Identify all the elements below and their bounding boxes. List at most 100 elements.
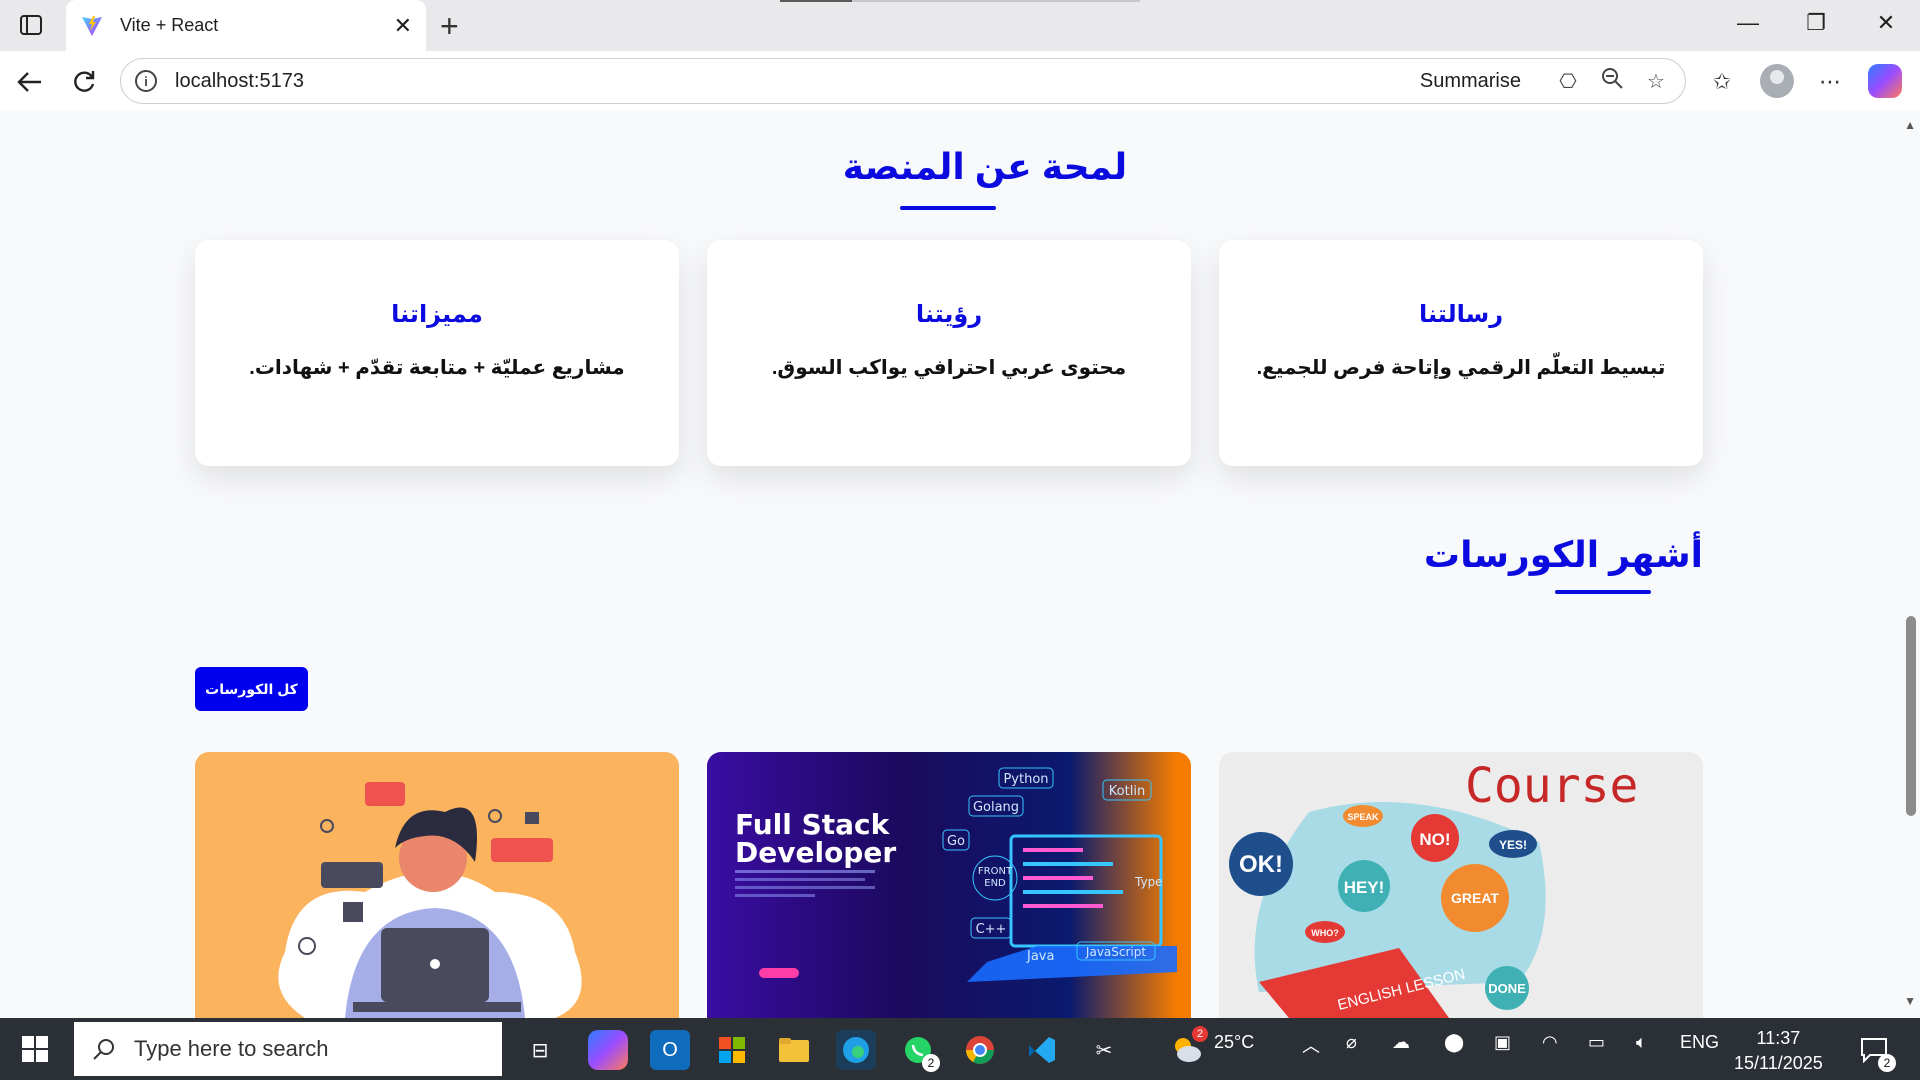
weather-icon[interactable]: 2	[1166, 1026, 1208, 1070]
favorite-star-icon[interactable]: ☆	[1641, 69, 1671, 94]
card-text: تبسيط التعلّم الرقمي وإتاحة فرص للجميع.	[1256, 357, 1666, 379]
back-button[interactable]	[10, 62, 50, 102]
tab-close-button[interactable]: ✕	[394, 13, 412, 39]
snipping-tool-icon[interactable]: ✂	[1084, 1030, 1124, 1070]
copilot-icon[interactable]	[1868, 64, 1902, 98]
address-bar[interactable]: i localhost:5173 Summarise ⎔ ☆	[120, 58, 1686, 104]
task-view-icon[interactable]: ⊟	[520, 1030, 560, 1070]
meet-icon[interactable]: ▣	[1494, 1032, 1511, 1053]
course-image-text: Course	[1465, 758, 1638, 814]
svg-text:FRONT: FRONT	[978, 866, 1013, 877]
card-mission: رسالتنا تبسيط التعلّم الرقمي وإتاحة فرص …	[1219, 240, 1703, 466]
taskbar-search[interactable]: Type here to search	[74, 1022, 502, 1076]
refresh-button[interactable]	[64, 62, 104, 102]
svg-text:DONE: DONE	[1488, 981, 1526, 996]
svg-text:END: END	[984, 878, 1006, 889]
store-icon[interactable]	[712, 1030, 752, 1070]
english-course-illustration: Course OK! NO! HEY! YES! GREAT DONE SPEA…	[1229, 758, 1638, 1018]
close-window-button[interactable]: ✕	[1866, 10, 1906, 36]
favorites-icon[interactable]: ✩	[1704, 64, 1740, 100]
restore-button[interactable]: ❐	[1796, 10, 1836, 36]
scrollbar-thumb[interactable]	[1906, 616, 1916, 816]
svg-text:YES!: YES!	[1499, 838, 1527, 852]
tab-actions-icon	[20, 15, 42, 35]
zoom-icon[interactable]	[1597, 67, 1627, 95]
search-icon	[93, 1039, 114, 1060]
copilot-summary-icon[interactable]: ⎔	[1553, 69, 1583, 94]
all-courses-button[interactable]: كل الكورسات	[195, 667, 308, 711]
about-title-underline	[900, 206, 996, 210]
windows-start-icon[interactable]	[22, 1036, 48, 1062]
edge-icon[interactable]	[836, 1030, 876, 1070]
course-card-fullstack[interactable]: Full Stack Developer Python Kotlin Golan…	[707, 752, 1191, 1018]
svg-text:C++: C++	[976, 922, 1007, 937]
svg-text:Type: Type	[1134, 875, 1163, 889]
wifi-icon[interactable]: ◠	[1542, 1032, 1558, 1053]
svg-text:Developer: Developer	[735, 836, 896, 869]
browser-tab[interactable]: Vite + React ✕	[66, 0, 426, 51]
whatsapp-icon[interactable]: 2	[898, 1030, 940, 1072]
svg-text:OK!: OK!	[1239, 851, 1283, 878]
site-info-icon[interactable]: i	[135, 70, 157, 92]
svg-text:JavaScript: JavaScript	[1085, 945, 1146, 959]
card-text: محتوى عربي احترافي يواكب السوق.	[771, 357, 1127, 379]
scroll-down-icon[interactable]: ▼	[1904, 994, 1916, 1008]
battery-icon[interactable]: ▭	[1588, 1032, 1605, 1053]
app-tray-icon[interactable]: ⬤	[1444, 1032, 1464, 1053]
svg-text:Golang: Golang	[973, 800, 1019, 815]
courses-section-title: أشهر الكورسات	[1423, 534, 1703, 575]
svg-text:HEY!: HEY!	[1344, 878, 1385, 897]
online-learning-illustration	[278, 782, 582, 1018]
network-off-icon[interactable]: ⌀	[1346, 1032, 1357, 1053]
copilot-app-icon[interactable]	[588, 1030, 628, 1070]
notifications-icon[interactable]: 2	[1854, 1030, 1896, 1072]
vscode-icon[interactable]	[1022, 1030, 1062, 1070]
arrow-left-icon	[17, 72, 41, 92]
outlook-icon[interactable]: O	[650, 1030, 690, 1070]
course-card-online-learning[interactable]	[195, 752, 679, 1018]
whatsapp-badge: 2	[922, 1054, 940, 1072]
more-menu-icon[interactable]: ⋯	[1812, 64, 1848, 100]
fullstack-course-illustration: Full Stack Developer Python Kotlin Golan…	[735, 767, 1177, 982]
svg-text:Python: Python	[1003, 772, 1048, 787]
svg-text:NO!: NO!	[1419, 830, 1450, 849]
chrome-icon[interactable]	[960, 1030, 1000, 1070]
summarise-button[interactable]: Summarise	[1420, 70, 1521, 93]
tab-title: Vite + React	[120, 15, 219, 35]
search-placeholder: Type here to search	[134, 1036, 329, 1061]
clock-date: 15/11/2025	[1734, 1053, 1823, 1073]
loading-indicator	[780, 0, 1140, 2]
profile-avatar[interactable]	[1760, 64, 1794, 98]
browser-tab-strip: Vite + React ✕ + — ❐ ✕	[0, 0, 1920, 51]
vite-icon	[82, 15, 102, 36]
card-heading: رؤيتنا	[915, 301, 983, 328]
new-tab-button[interactable]: +	[440, 8, 459, 45]
card-features: مميزاتنا مشاريع عمليّة + متابعة تقدّم + …	[195, 240, 679, 466]
page-scrollbar[interactable]	[1902, 110, 1920, 1018]
url-text[interactable]: localhost:5173	[175, 70, 1420, 93]
card-vision: رؤيتنا محتوى عربي احترافي يواكب السوق.	[707, 240, 1191, 466]
refresh-icon	[74, 71, 95, 92]
card-text: مشاريع عمليّة + متابعة تقدّم + شهادات.	[249, 357, 625, 379]
volume-icon[interactable]: 🔈︎	[1636, 1032, 1647, 1053]
notification-badge: 2	[1878, 1054, 1896, 1072]
weather-badge: 2	[1192, 1026, 1208, 1042]
svg-text:WHO?: WHO?	[1311, 928, 1339, 938]
weather-temp[interactable]: 25°C	[1214, 1032, 1254, 1053]
svg-text:Go: Go	[947, 834, 965, 849]
language-indicator[interactable]: ENG	[1680, 1032, 1719, 1053]
system-clock[interactable]: 11:37 15/11/2025	[1734, 1026, 1823, 1076]
clock-time: 11:37	[1756, 1028, 1801, 1048]
tray-overflow-icon[interactable]: ︿	[1302, 1032, 1320, 1058]
tab-actions-button[interactable]	[14, 12, 48, 38]
svg-text:Java: Java	[1026, 949, 1054, 964]
minimize-button[interactable]: —	[1728, 10, 1768, 36]
scroll-up-icon[interactable]: ▲	[1904, 118, 1916, 132]
card-heading: مميزاتنا	[391, 301, 483, 328]
course-card-english[interactable]: Course OK! NO! HEY! YES! GREAT DONE SPEA…	[1219, 752, 1703, 1018]
cloud-alert-icon[interactable]: ☁	[1392, 1032, 1410, 1053]
svg-text:GREAT: GREAT	[1451, 890, 1499, 906]
svg-text:SPEAK: SPEAK	[1347, 812, 1379, 822]
file-explorer-icon[interactable]	[774, 1030, 814, 1070]
courses-title-underline	[1555, 590, 1651, 594]
